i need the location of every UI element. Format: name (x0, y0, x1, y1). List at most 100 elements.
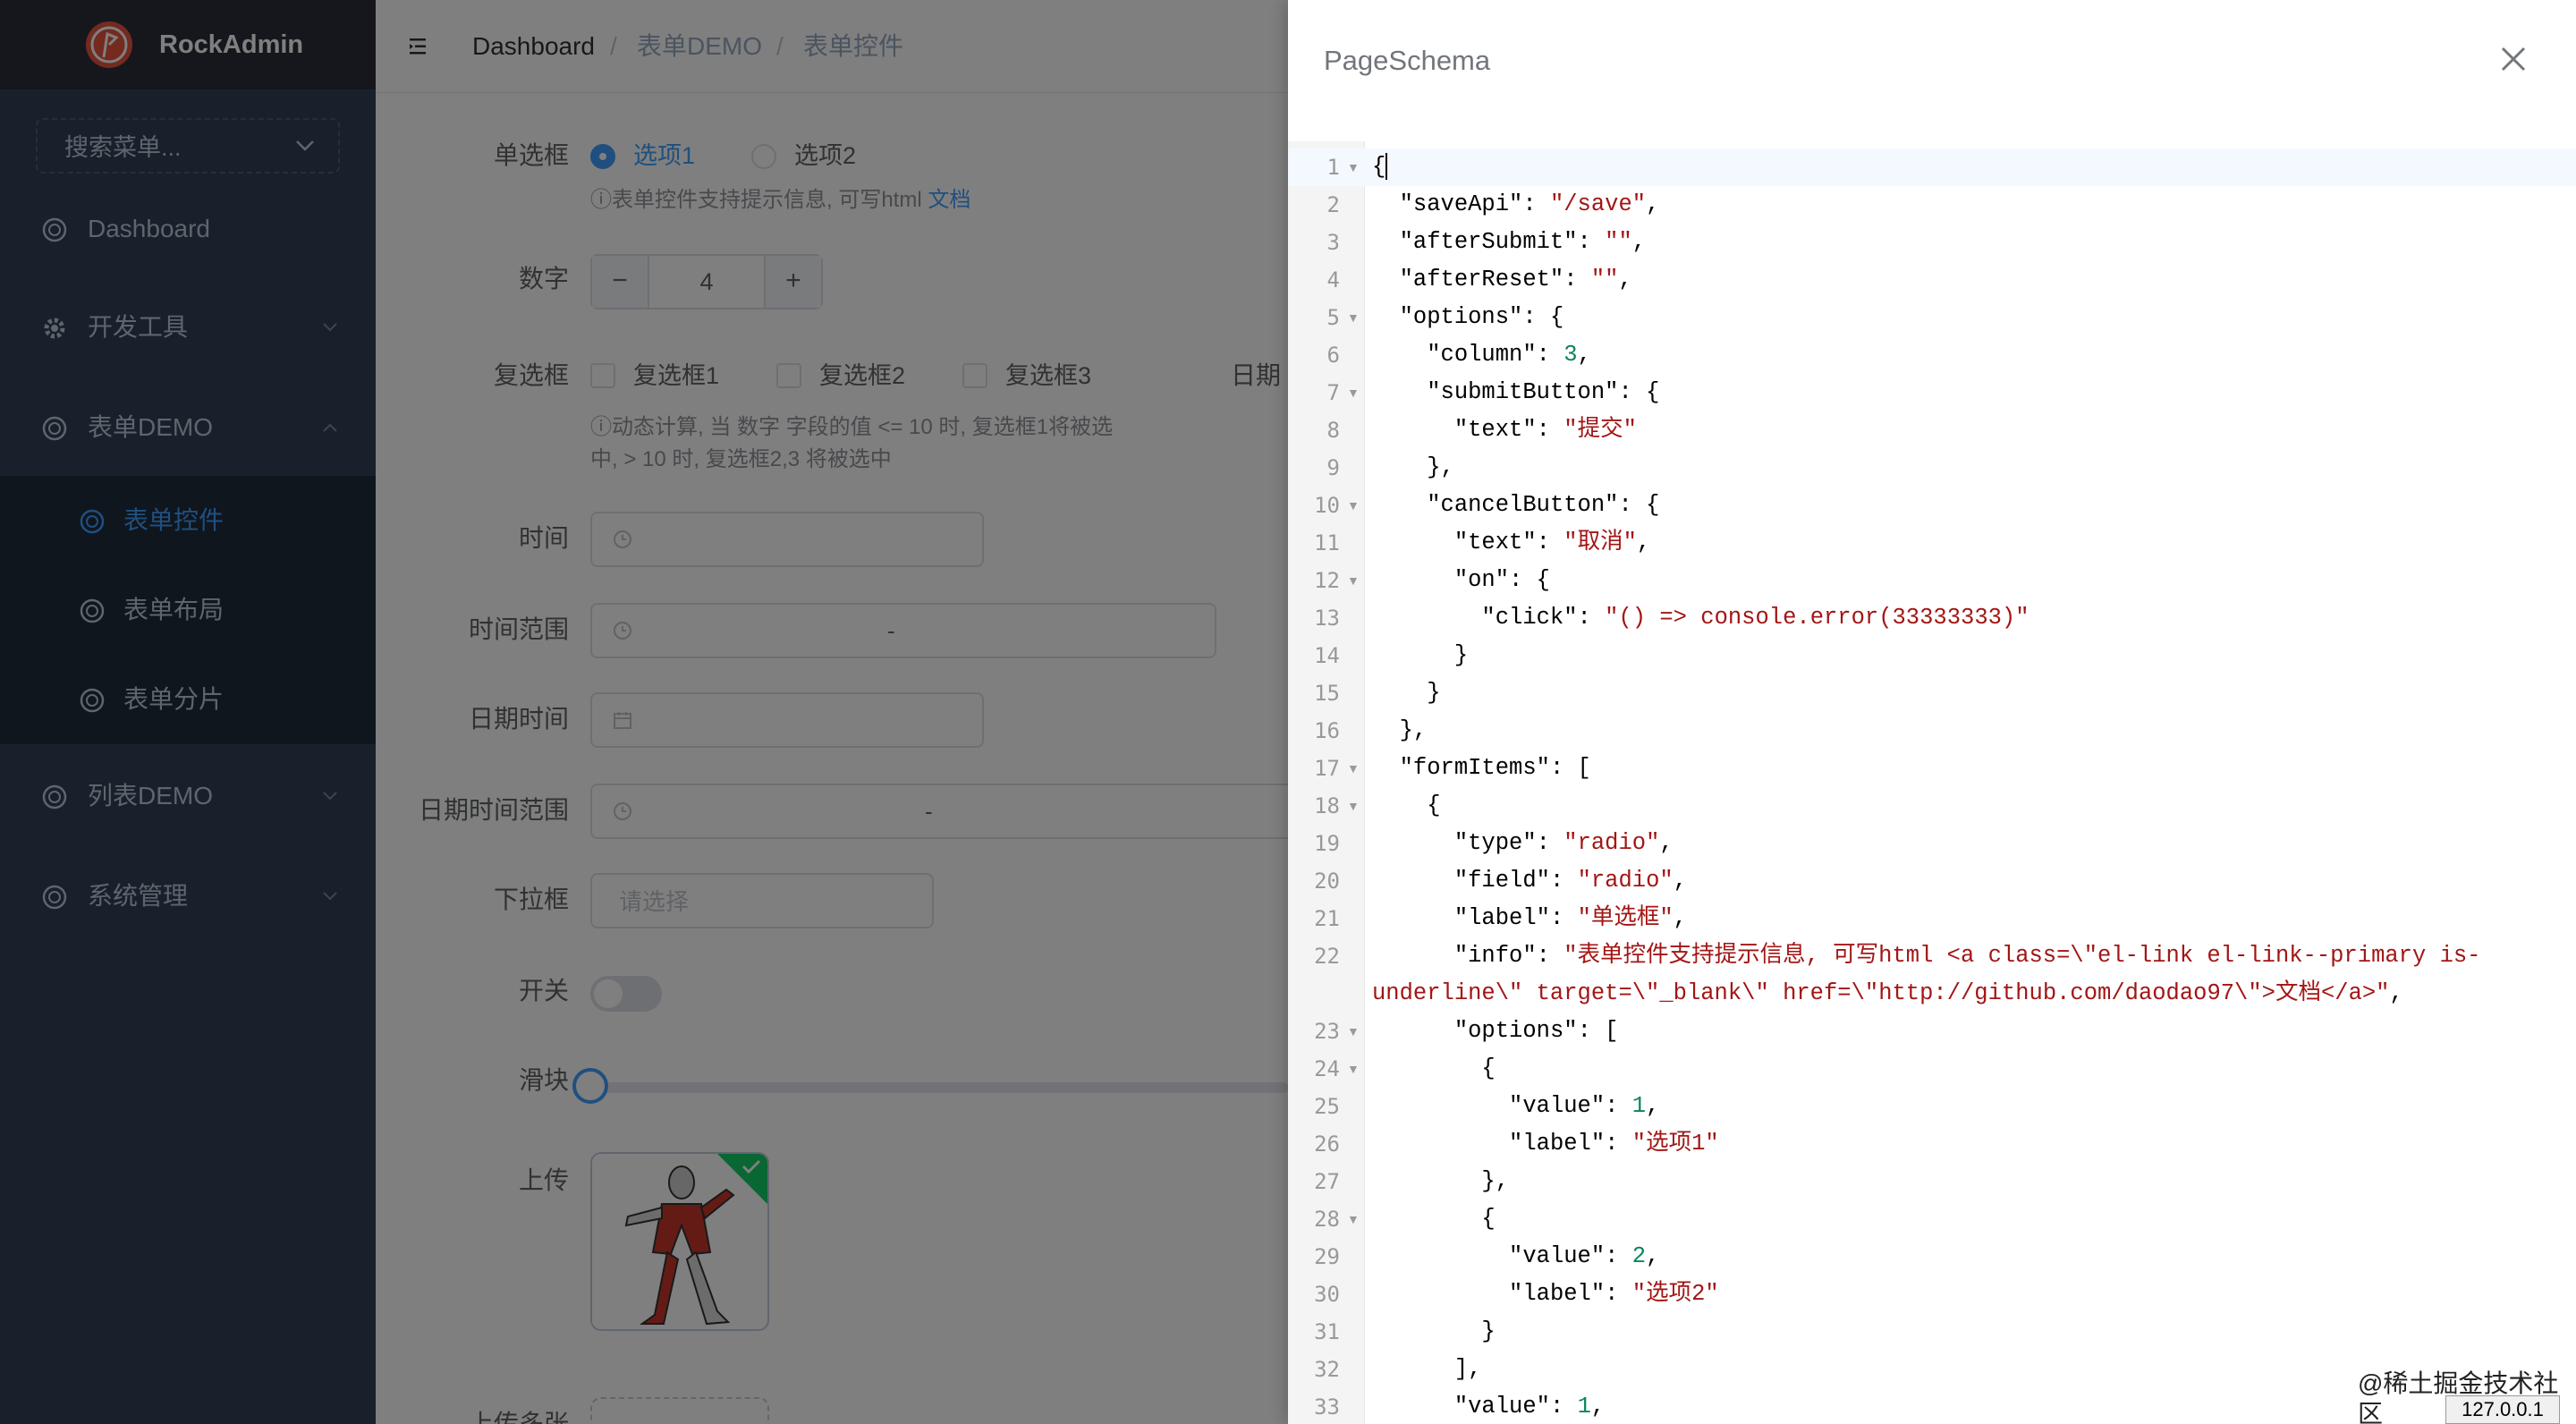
line-number: 6 (1326, 343, 1340, 368)
code-text: "saveApi": "/save", (1372, 186, 1660, 224)
drawer-overlay[interactable] (0, 0, 1288, 1424)
code-token: : (1577, 229, 1606, 255)
fold-toggle-icon[interactable]: ▼ (1347, 299, 1360, 336)
code-token: "表单控件支持提示信息, 可写html <a class=\"el-link e… (1563, 943, 2481, 969)
code-line[interactable]: 11 "text": "取消", (1288, 524, 2576, 562)
code-token: "afterReset" (1399, 267, 1564, 292)
code-text: "value": 2, (1372, 1238, 1659, 1276)
code-line[interactable]: 17 ▼ "formItems": [ (1288, 750, 2576, 787)
fold-toggle-icon[interactable]: ▼ (1347, 374, 1360, 411)
code-token: , (1673, 905, 1687, 931)
code-line[interactable]: 14 } (1288, 637, 2576, 674)
line-number: 14 (1314, 643, 1340, 668)
code-token: "value" (1509, 1243, 1606, 1269)
fold-toggle-icon[interactable]: ▼ (1347, 750, 1360, 787)
code-token: "/save" (1549, 191, 1647, 217)
code-line[interactable]: 31 } (1288, 1313, 2576, 1351)
code-line[interactable]: 25 "value": 1, (1288, 1088, 2576, 1125)
code-token: "radio" (1563, 830, 1660, 856)
code-line[interactable]: 16 }, (1288, 712, 2576, 750)
code-token: : (1577, 605, 1606, 631)
code-line[interactable]: 23 ▼ "options": [ (1288, 1013, 2576, 1050)
code-token: "value" (1453, 1394, 1550, 1420)
code-token: } (1372, 680, 1441, 706)
line-number: 18 (1314, 793, 1340, 818)
code-line[interactable]: 1 ▼ { (1288, 148, 2576, 186)
code-line[interactable]: 18 ▼ { (1288, 787, 2576, 825)
code-line[interactable]: 4 "afterReset": "", (1288, 261, 2576, 299)
code-text: "options": [ (1372, 1013, 1619, 1050)
code-line[interactable]: 30 "label": "选项2" (1288, 1276, 2576, 1313)
code-line[interactable]: 13 "click": "() => console.error(3333333… (1288, 599, 2576, 637)
fold-toggle-icon[interactable]: ▼ (1347, 1050, 1360, 1088)
line-number: 5 (1326, 305, 1340, 330)
code-text: "afterSubmit": "", (1372, 224, 1646, 261)
fold-toggle-icon[interactable]: ▼ (1347, 562, 1360, 599)
code-line[interactable]: underline\" target=\"_blank\" href=\"htt… (1288, 975, 2576, 1013)
close-icon[interactable] (2497, 43, 2529, 75)
code-line[interactable]: 15 } (1288, 674, 2576, 712)
code-line[interactable]: 2 "saveApi": "/save", (1288, 186, 2576, 224)
json-code-editor[interactable]: 1 ▼{2 "saveApi": "/save", 3 "afterSubmit":… (1288, 141, 2576, 1424)
code-line[interactable]: 5 ▼ "options": { (1288, 299, 2576, 336)
code-text: }, (1372, 449, 1454, 487)
code-line[interactable]: 26 "label": "选项1" (1288, 1125, 2576, 1163)
code-token: 3 (1563, 342, 1578, 368)
code-line[interactable]: 21 "label": "单选框", (1288, 900, 2576, 937)
code-text: "click": "() => console.error(33333333)" (1372, 599, 2029, 637)
code-line[interactable]: 8 "text": "提交" (1288, 411, 2576, 449)
line-number: 24 (1314, 1056, 1340, 1081)
fold-toggle-icon[interactable]: ▼ (1347, 1200, 1360, 1238)
code-token: "单选框" (1577, 905, 1674, 931)
code-text: underline\" target=\"_blank\" href=\"htt… (1372, 975, 2403, 1013)
code-line[interactable]: 20 "field": "radio", (1288, 862, 2576, 900)
code-line[interactable]: 3 "afterSubmit": "", (1288, 224, 2576, 261)
code-text: "submitButton": { (1372, 374, 1659, 411)
code-line[interactable]: 9 }, (1288, 449, 2576, 487)
fold-toggle-icon[interactable]: ▼ (1347, 487, 1360, 524)
code-line[interactable]: 12 ▼ "on": { (1288, 562, 2576, 599)
code-token: , (2389, 980, 2403, 1006)
code-line[interactable]: 6 "column": 3, (1288, 336, 2576, 374)
fold-toggle-icon[interactable]: ▼ (1347, 787, 1360, 825)
code-text: } (1372, 637, 1468, 674)
code-token: ], (1372, 1356, 1482, 1382)
code-line[interactable]: 27 }, (1288, 1163, 2576, 1200)
fold-toggle-icon[interactable]: ▼ (1347, 148, 1360, 186)
code-token: } (1372, 642, 1469, 668)
code-text: "column": 3, (1372, 336, 1591, 374)
code-text: "label": "选项2" (1372, 1276, 1719, 1313)
code-token: }, (1372, 1168, 1510, 1194)
code-token: , (1646, 1093, 1660, 1119)
code-line[interactable]: 29 "value": 2, (1288, 1238, 2576, 1276)
code-line[interactable]: 28 ▼ { (1288, 1200, 2576, 1238)
code-token: }, (1372, 717, 1428, 743)
code-token: : (1549, 1394, 1578, 1420)
code-line[interactable]: 22 "info": "表单控件支持提示信息, 可写html <a class=… (1288, 937, 2576, 975)
line-number: 25 (1314, 1094, 1340, 1119)
code-line[interactable]: 10 ▼ "cancelButton": { (1288, 487, 2576, 524)
fold-toggle-icon[interactable]: ▼ (1347, 1013, 1360, 1050)
code-text: "text": "取消", (1372, 524, 1650, 562)
code-line[interactable]: 7 ▼ "submitButton": { (1288, 374, 2576, 411)
code-token: 2 (1631, 1243, 1647, 1269)
line-number: 8 (1326, 418, 1340, 443)
drawer-title: PageSchema (1324, 45, 1491, 76)
code-text: "formItems": [ (1372, 750, 1591, 787)
code-token: { (1372, 154, 1386, 180)
code-line[interactable]: 24 ▼ { (1288, 1050, 2576, 1088)
code-text: "options": { (1372, 299, 1564, 336)
line-number: 4 (1326, 267, 1340, 292)
code-line[interactable]: 19 "type": "radio", (1288, 825, 2576, 862)
code-token: : (1536, 830, 1564, 856)
code-token: 1 (1577, 1394, 1591, 1420)
code-token: "() => console.error(33333333)" (1605, 605, 2029, 631)
